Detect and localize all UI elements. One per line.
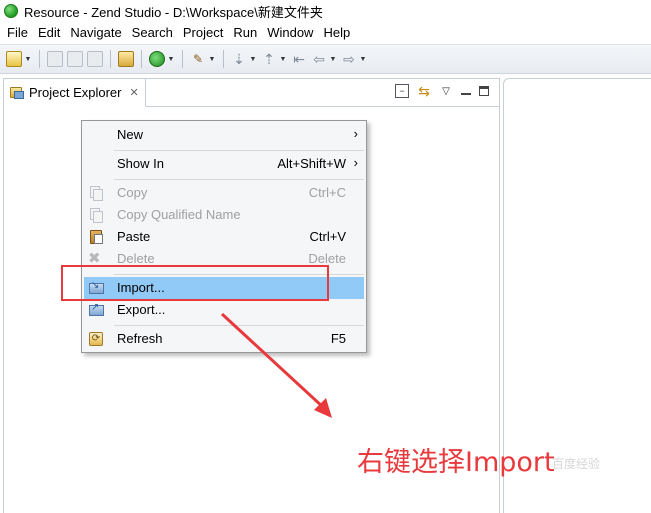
back-dropdown-icon[interactable]: ▼	[329, 51, 337, 67]
menu-item-accelerator: Ctrl+V	[309, 229, 346, 244]
view-actions: − ⇆ ▽	[387, 83, 489, 99]
menu-item-refresh[interactable]: ⟳ Refresh F5	[84, 328, 364, 350]
menu-edit[interactable]: Edit	[35, 25, 67, 40]
menu-item-accelerator: Delete	[308, 251, 346, 266]
annotation-text: 右键选择Import	[357, 447, 555, 478]
menu-item-export[interactable]: ↗ Export...	[84, 299, 364, 321]
open-type-icon[interactable]	[118, 51, 134, 67]
copy-qualified-name-icon	[88, 207, 104, 223]
menu-run[interactable]: Run	[230, 25, 264, 40]
menu-separator	[114, 179, 364, 180]
tab-project-explorer[interactable]: Project Explorer ✕	[4, 79, 146, 107]
toolbar-separator	[39, 50, 40, 68]
export-icon: ↗	[88, 302, 104, 318]
menu-item-copy-qualified-name[interactable]: Copy Qualified Name	[84, 204, 364, 226]
paste-icon	[88, 229, 104, 245]
save-icon[interactable]	[47, 51, 63, 67]
submenu-chevron-right-icon: ›	[353, 126, 358, 141]
menu-window[interactable]: Window	[264, 25, 320, 40]
menu-separator	[114, 325, 364, 326]
new-dropdown-icon[interactable]: ▼	[24, 51, 32, 67]
submenu-chevron-right-icon: ›	[353, 155, 358, 170]
link-with-editor-icon[interactable]: ⇆	[417, 83, 431, 99]
menu-item-accelerator: Alt+Shift+W	[277, 156, 346, 171]
menu-item-label: Copy Qualified Name	[117, 207, 241, 222]
menu-item-label: Copy	[117, 185, 148, 200]
menu-separator	[114, 150, 364, 151]
view-menu-chevron-down-icon[interactable]: ▽	[439, 84, 453, 98]
menu-item-accelerator: F5	[330, 331, 346, 346]
menu-item-label: Export...	[117, 302, 166, 317]
last-edit-icon[interactable]: ⇤	[291, 51, 307, 67]
save-all-icon[interactable]	[67, 51, 83, 67]
copy-icon	[88, 185, 104, 201]
menu-file[interactable]: File	[4, 25, 35, 40]
run-icon[interactable]	[149, 51, 165, 67]
watermark-text: 百度经验	[552, 457, 601, 471]
new-icon[interactable]	[6, 51, 22, 67]
menu-help[interactable]: Help	[320, 25, 357, 40]
forward-dropdown-icon[interactable]: ▼	[359, 51, 367, 67]
menu-item-paste[interactable]: Paste Ctrl+V	[84, 226, 364, 248]
tab-label: Project Explorer	[29, 85, 122, 100]
context-menu: New › Show In Alt+Shift+W › Copy Ctrl+C …	[81, 120, 367, 353]
project-explorer-header: Project Explorer ✕ − ⇆ ▽	[4, 79, 499, 107]
tools-icon[interactable]: ✎	[190, 51, 206, 67]
toolbar-separator	[223, 50, 224, 68]
tools-dropdown-icon[interactable]: ▼	[208, 51, 216, 67]
prev-annotation-icon[interactable]: ⇡	[261, 51, 277, 67]
menu-search[interactable]: Search	[129, 25, 180, 40]
menu-item-label: Refresh	[117, 331, 163, 346]
window-title: Resource - Zend Studio - D:\Workspace\新建…	[24, 4, 323, 20]
menu-item-new[interactable]: New ›	[84, 124, 364, 146]
maximize-icon[interactable]	[479, 86, 489, 96]
minimize-icon[interactable]	[461, 87, 471, 95]
main-toolbar: ▼ ▼ ✎ ▼ ⇣ ▼ ⇡ ▼ ⇤ ⇦ ▼ ⇨ ▼	[0, 44, 651, 74]
run-dropdown-icon[interactable]: ▼	[167, 51, 175, 67]
zend-studio-logo-icon	[4, 4, 18, 18]
menu-item-accelerator: Ctrl+C	[308, 185, 346, 200]
menu-project[interactable]: Project	[180, 25, 230, 40]
highlight-box	[61, 265, 329, 301]
toolbar-separator	[182, 50, 183, 68]
toolbar-separator	[141, 50, 142, 68]
menu-item-show-in[interactable]: Show In Alt+Shift+W ›	[84, 153, 364, 175]
menu-item-copy[interactable]: Copy Ctrl+C	[84, 182, 364, 204]
menu-item-label: New	[117, 127, 144, 142]
next-annotation-icon[interactable]: ⇣	[231, 51, 247, 67]
toolbar-separator	[110, 50, 111, 68]
prev-annotation-dropdown-icon[interactable]: ▼	[279, 51, 287, 67]
menu-bar: File Edit Navigate Search Project Run Wi…	[0, 22, 651, 42]
collapse-all-icon[interactable]: −	[395, 84, 409, 98]
project-explorer-icon	[9, 86, 25, 100]
title-bar: Resource - Zend Studio - D:\Workspace\新建…	[0, 0, 651, 22]
back-icon[interactable]: ⇦	[311, 51, 327, 67]
next-annotation-dropdown-icon[interactable]: ▼	[249, 51, 257, 67]
menu-item-label: Show In	[117, 156, 164, 171]
print-icon[interactable]	[87, 51, 103, 67]
forward-icon[interactable]: ⇨	[341, 51, 357, 67]
close-icon[interactable]: ✕	[129, 86, 138, 99]
header-divider	[146, 106, 499, 107]
refresh-icon: ⟳	[88, 331, 104, 347]
menu-navigate[interactable]: Navigate	[67, 25, 128, 40]
menu-item-label: Delete	[117, 251, 155, 266]
menu-item-label: Paste	[117, 229, 151, 244]
